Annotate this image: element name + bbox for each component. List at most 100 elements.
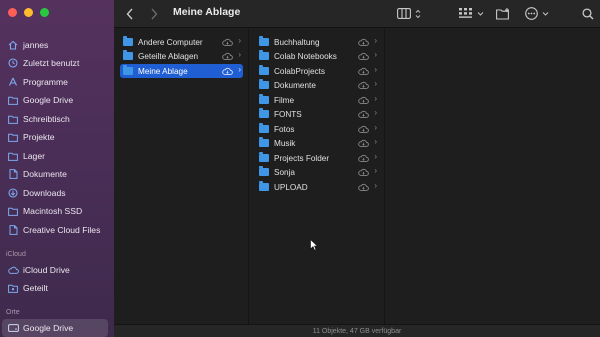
sidebar-item-google-drive-location[interactable]: Google Drive [2,319,108,337]
minimize-window-button[interactable] [24,8,33,17]
sidebar-item-label: Google Drive [23,95,74,105]
sidebar-item-programme[interactable]: Programme [2,73,108,91]
sidebar-item-downloads[interactable]: Downloads [2,184,108,202]
close-window-button[interactable] [8,8,17,17]
item-label: Projects Folder [274,153,330,163]
folder-icon [259,181,269,191]
sidebar-item-icloud-drive[interactable]: iCloud Drive [2,261,108,279]
item-label: FONTS [274,109,302,119]
chevron-left-icon [126,8,133,19]
new-folder-button[interactable] [496,5,510,22]
more-actions-button[interactable] [525,5,549,22]
view-mode-button[interactable] [397,5,421,22]
sidebar-item-label: Macintosh SSD [23,206,83,216]
folder-icon [6,207,20,216]
column-item-buchhaltung[interactable]: Buchhaltung › [256,35,379,49]
sidebar-item-label: Programme [23,77,68,87]
item-label: Meine Ablage [138,66,188,76]
sidebar-item-lager[interactable]: Lager [2,147,108,165]
sidebar-item-jannes[interactable]: jannes [2,36,108,54]
folder-icon [6,152,20,161]
chevron-right-icon: › [238,36,241,45]
column-item-fonts[interactable]: FONTS › [256,107,379,121]
chevron-right-icon: › [374,36,377,45]
item-label: Colab Notebooks [274,51,337,61]
column-3[interactable] [386,29,600,324]
item-label: Sonja [274,167,295,177]
column-item-colab-notebooks[interactable]: Colab Notebooks › [256,49,379,63]
cloud-icon [358,67,369,75]
cloud-icon [222,38,233,46]
cloud-icon [358,81,369,89]
folder-icon [123,36,133,46]
sidebar-item-label: Lager [23,151,45,161]
column-item-filme[interactable]: Filme › [256,93,379,107]
document-icon [6,225,20,235]
cloud-icon [358,38,369,46]
chevron-right-icon: › [374,166,377,175]
column-item-upload[interactable]: UPLOAD › [256,180,379,194]
column-item-projects-folder[interactable]: Projects Folder › [256,151,379,165]
column-1[interactable]: Andere Computer › Geteilte Ablagen › Mei… [114,29,249,324]
chevron-right-icon: › [374,94,377,103]
sidebar-item-macintosh-ssd[interactable]: Macintosh SSD [2,202,108,220]
sidebar-item-google-drive[interactable]: Google Drive [2,91,108,109]
cloud-icon [6,266,20,274]
column-item-musik[interactable]: Musik › [256,136,379,150]
folder-icon [259,50,269,60]
cloud-icon [358,110,369,118]
folder-icon [123,50,133,60]
sidebar-item-dokumente[interactable]: Dokumente [2,165,108,183]
window-controls [8,8,49,17]
folder-icon [259,166,269,176]
back-button[interactable] [126,5,134,22]
chevron-right-icon: › [374,79,377,88]
folder-icon [123,65,133,75]
forward-button[interactable] [150,5,158,22]
chevron-right-icon: › [238,50,241,59]
apps-icon [6,77,20,87]
cloud-icon [358,52,369,60]
sidebar-item-creative-cloud-files[interactable]: Creative Cloud Files [2,221,108,239]
cloud-icon [358,125,369,133]
cloud-icon [358,139,369,147]
column-item-geteilte-ablagen[interactable]: Geteilte Ablagen › [120,49,243,63]
home-icon [6,40,20,50]
cloud-icon [358,154,369,162]
chevron-up-down-icon [415,9,421,18]
sidebar-item-zuletzt-benutzt[interactable]: Zuletzt benutzt [2,54,108,72]
sidebar-section-orte: Orte [6,309,20,316]
search-icon [582,7,594,19]
sidebar-item-projekte[interactable]: Projekte [2,128,108,146]
folder-icon [259,108,269,118]
column-item-sonja[interactable]: Sonja › [256,165,379,179]
folder-icon [259,123,269,133]
sidebar-item-label: Google Drive [23,323,74,333]
column-item-meine-ablage[interactable]: Meine Ablage › [120,64,243,78]
document-icon [6,169,20,179]
chevron-down-icon [477,11,484,16]
sidebar-item-geteilt[interactable]: Geteilt [2,279,108,297]
chevron-right-icon: › [374,108,377,117]
folder-icon [6,96,20,105]
column-item-fotos[interactable]: Fotos › [256,122,379,136]
sidebar-item-label: iCloud Drive [23,265,70,275]
search-button[interactable] [582,5,594,22]
sidebar: jannes Zuletzt benutzt Programme Google … [0,0,114,337]
column-item-andere-computer[interactable]: Andere Computer › [120,35,243,49]
clock-icon [6,58,20,68]
cloud-icon [358,183,369,191]
sidebar-item-schreibtisch[interactable]: Schreibtisch [2,110,108,128]
fullscreen-window-button[interactable] [40,8,49,17]
chevron-down-icon [542,11,549,16]
item-label: Musik [274,138,296,148]
column-item-dokumente[interactable]: Dokumente › [256,78,379,92]
download-icon [6,188,20,198]
folder-icon [6,115,20,124]
grid-group-icon [459,8,472,18]
group-button[interactable] [459,5,484,22]
mouse-pointer-icon [310,239,318,251]
new-folder-icon [496,7,509,20]
column-2[interactable]: Buchhaltung › Colab Notebooks › ColabPro… [250,29,385,324]
column-item-colabprojects[interactable]: ColabProjects › [256,64,379,78]
